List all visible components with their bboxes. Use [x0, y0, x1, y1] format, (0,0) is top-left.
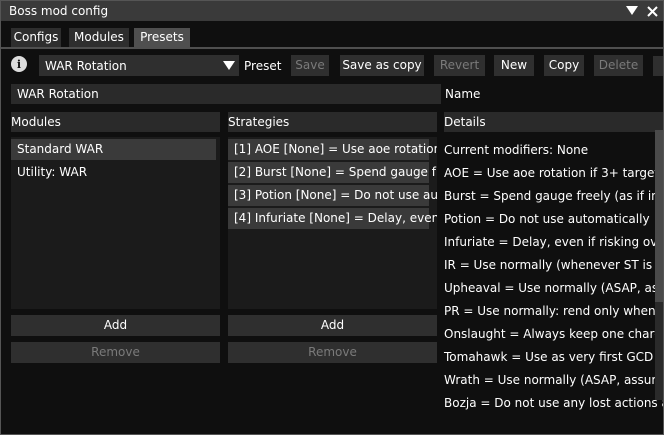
- strategies-list[interactable]: [1] AOE [None] = Use aoe rotation if [2]…: [228, 137, 437, 309]
- details-line: Bozja = Do not use any lost actions au: [444, 396, 664, 410]
- close-icon[interactable]: [645, 4, 659, 18]
- list-item[interactable]: Standard WAR: [11, 139, 216, 160]
- details-header-label: Details: [444, 115, 486, 129]
- tab-modules[interactable]: Modules: [69, 28, 129, 47]
- details-line: Tomahawk = Use as very first GCD an: [444, 350, 664, 364]
- details-line: AOE = Use aoe rotation if 3+ targets w: [444, 166, 664, 180]
- list-item[interactable]: Utility: WAR: [11, 162, 216, 183]
- chevron-down-icon[interactable]: [219, 55, 239, 76]
- remove-strategy-button[interactable]: Remove: [228, 342, 437, 363]
- info-icon[interactable]: i: [11, 56, 27, 72]
- details-scrollbar[interactable]: [655, 130, 663, 400]
- title-bar[interactable]: Boss mod config: [1, 1, 663, 21]
- remove-module-button[interactable]: Remove: [11, 342, 220, 363]
- list-item[interactable]: [1] AOE [None] = Use aoe rotation if: [228, 139, 437, 160]
- details-line: Potion = Do not use automatically: [444, 212, 650, 226]
- details-header: Details: [444, 112, 663, 132]
- tab-configs[interactable]: Configs: [11, 28, 61, 47]
- details-line: Current modifiers: None: [444, 143, 589, 157]
- add-module-button[interactable]: Add: [11, 315, 220, 336]
- modules-header: Modules: [11, 112, 220, 132]
- tab-presets[interactable]: Presets: [134, 28, 190, 47]
- strategies-header-label: Strategies: [228, 115, 290, 129]
- modules-list[interactable]: Standard WAR Utility: WAR: [11, 137, 220, 309]
- name-label: Name: [445, 87, 481, 101]
- details-line: IR = Use normally (whenever ST is up): [444, 258, 664, 272]
- list-item[interactable]: [3] Potion [None] = Do not use autor: [228, 185, 437, 206]
- window-title: Boss mod config: [9, 4, 109, 18]
- preset-label: Preset: [244, 59, 282, 73]
- copy-button[interactable]: Copy: [544, 55, 584, 76]
- delete-button[interactable]: Delete: [594, 55, 643, 76]
- tab-bar: Configs Modules Presets: [1, 28, 663, 47]
- boss-mod-config-window: Boss mod config Configs Modules Presets …: [0, 0, 664, 435]
- modules-header-label: Modules: [11, 115, 61, 129]
- preset-dropdown-value: WAR Rotation: [45, 59, 127, 73]
- new-button[interactable]: New: [494, 55, 534, 76]
- preset-dropdown[interactable]: WAR Rotation: [39, 55, 239, 76]
- details-line: Wrath = Use normally (ASAP, assuming: [444, 373, 664, 387]
- details-line: Onslaught = Always keep one charge: [444, 327, 664, 341]
- save-as-copy-button[interactable]: Save as copy: [340, 55, 424, 76]
- tab-underline: [1, 47, 663, 49]
- details-line: Burst = Spend gauge freely (as if insid: [444, 189, 664, 203]
- details-line: Infuriate = Delay, even if risking overc: [444, 235, 664, 249]
- name-input-value: WAR Rotation: [17, 87, 99, 101]
- toolbar-overflow: [653, 56, 663, 76]
- list-item[interactable]: [2] Burst [None] = Spend gauge free: [228, 162, 437, 183]
- list-item[interactable]: [4] Infuriate [None] = Delay, even if r: [228, 208, 437, 229]
- add-strategy-button[interactable]: Add: [228, 315, 437, 336]
- revert-button[interactable]: Revert: [434, 55, 485, 76]
- strategies-header: Strategies: [228, 112, 437, 132]
- name-input[interactable]: WAR Rotation: [11, 84, 441, 104]
- scrollbar-thumb[interactable]: [655, 130, 663, 302]
- collapse-icon[interactable]: [625, 4, 639, 18]
- details-line: PR = Use normally: rend only when alr: [444, 304, 664, 318]
- details-line: Upheaval = Use normally (ASAP, assum: [444, 281, 664, 295]
- save-button[interactable]: Save: [291, 55, 329, 76]
